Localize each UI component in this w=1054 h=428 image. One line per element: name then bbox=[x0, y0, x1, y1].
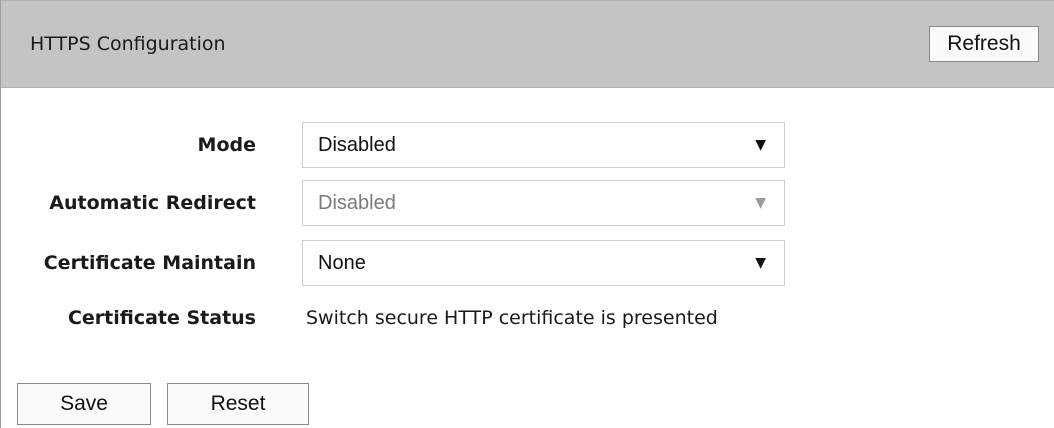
mode-label: Mode bbox=[197, 134, 256, 156]
mode-select-value: Disabled bbox=[318, 134, 396, 156]
automatic-redirect-select-value: Disabled bbox=[318, 192, 396, 214]
automatic-redirect-select: Disabled ▼ bbox=[302, 180, 785, 226]
reset-button[interactable]: Reset bbox=[167, 383, 309, 425]
certificate-maintain-select[interactable]: None ▼ bbox=[302, 240, 785, 286]
save-button[interactable]: Save bbox=[17, 383, 151, 425]
certificate-status-label: Certificate Status bbox=[67, 307, 256, 329]
chevron-down-icon: ▼ bbox=[755, 195, 766, 211]
chevron-down-icon: ▼ bbox=[755, 255, 766, 271]
certificate-maintain-label: Certificate Maintain bbox=[43, 252, 256, 274]
page-title: HTTPS Configuration bbox=[30, 33, 226, 55]
chevron-down-icon: ▼ bbox=[755, 137, 766, 153]
mode-select[interactable]: Disabled ▼ bbox=[302, 122, 785, 168]
https-configuration-panel: HTTPS Configuration Refresh Mode Disable… bbox=[0, 0, 1054, 428]
certificate-maintain-select-value: None bbox=[318, 252, 366, 274]
refresh-button[interactable]: Refresh bbox=[929, 26, 1039, 62]
certificate-status-value: Switch secure HTTP certificate is presen… bbox=[306, 307, 718, 329]
automatic-redirect-label: Automatic Redirect bbox=[49, 192, 256, 214]
panel-header: HTTPS Configuration Refresh bbox=[1, 0, 1054, 88]
